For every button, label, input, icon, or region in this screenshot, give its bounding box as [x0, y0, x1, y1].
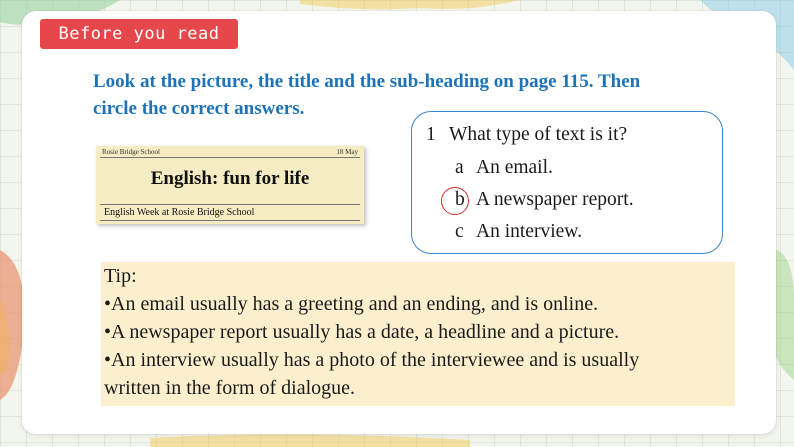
option-c-text[interactable]: An interview.	[476, 221, 582, 243]
tip-line: •An interview usually has a photo of the…	[104, 349, 640, 371]
tip-line: written in the form of dialogue.	[104, 377, 356, 399]
question-box: 1 What type of text is it? a An email. b…	[411, 111, 723, 254]
tip-line: •An email usually has a greeting and an …	[104, 293, 599, 315]
newspaper-rule	[100, 220, 360, 221]
instruction-line-1: Look at the picture, the title and the s…	[93, 71, 641, 92]
newspaper-subheading: English Week at Rosie Bridge School	[104, 207, 255, 218]
newspaper-school: Rosie Bridge School	[102, 148, 160, 156]
option-b-text[interactable]: A newspaper report.	[476, 189, 634, 211]
option-c-letter[interactable]: c	[455, 221, 464, 243]
question-text: What type of text is it?	[449, 124, 628, 145]
selected-answer-circle	[441, 187, 469, 215]
newspaper-rule	[100, 204, 360, 205]
tip-heading: Tip:	[104, 265, 137, 287]
newspaper-rule	[100, 157, 360, 158]
option-a-text[interactable]: An email.	[476, 157, 553, 179]
newspaper-headline: English: fun for life	[150, 168, 310, 189]
option-a-letter[interactable]: a	[455, 157, 464, 179]
section-badge: Before you read	[40, 19, 238, 49]
question-number: 1	[426, 124, 436, 145]
tip-line: •A newspaper report usually has a date, …	[104, 321, 620, 343]
newspaper-date: 18 May	[336, 148, 358, 156]
newspaper-clipping: Rosie Bridge School 18 May English: fun …	[96, 146, 364, 224]
tip-box: Tip: •An email usually has a greeting an…	[101, 262, 735, 406]
